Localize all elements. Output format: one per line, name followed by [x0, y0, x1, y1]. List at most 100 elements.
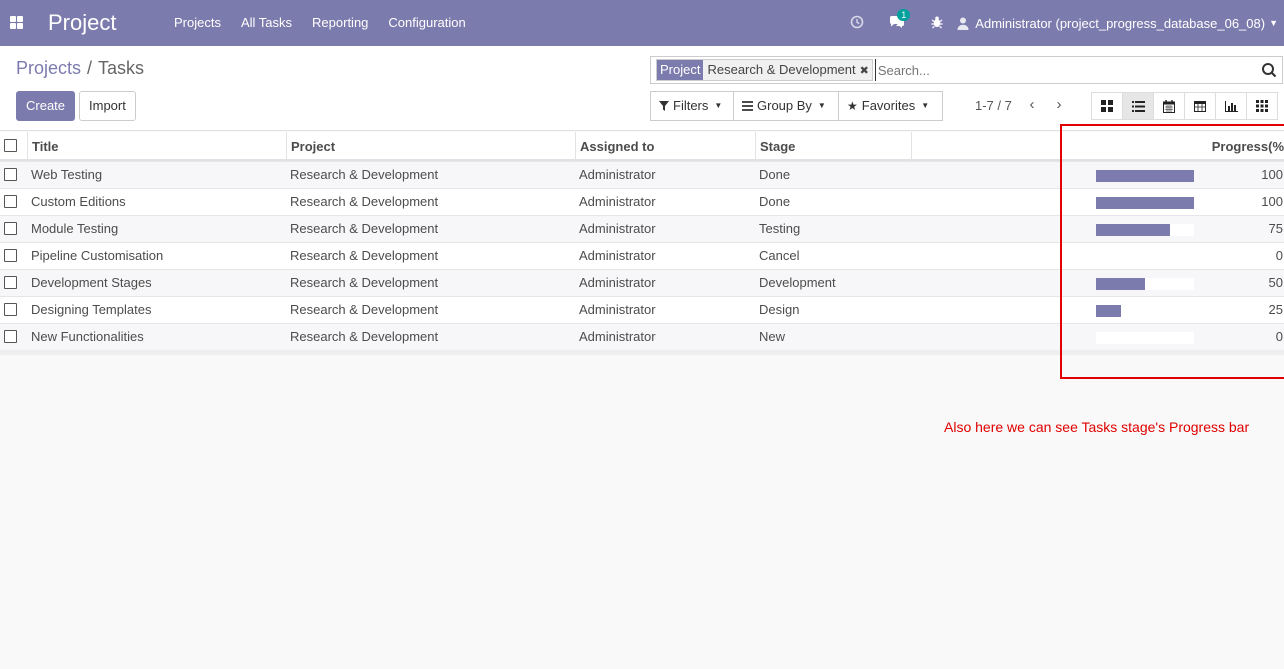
table-row[interactable]: New Functionalities Research & Developmen… [0, 323, 1284, 350]
chevron-down-icon: ▼ [714, 101, 723, 110]
menu-item-configuration[interactable]: Configuration [378, 0, 475, 46]
cell-project: Research & Development [290, 248, 439, 263]
bug-icon[interactable] [917, 15, 957, 32]
annotation-text: Also here we can see Tasks stage's Progr… [944, 419, 1250, 435]
breadcrumb: Projects / Tasks [16, 58, 144, 79]
column-header-progress[interactable]: Progress(% [911, 132, 1284, 161]
row-checkbox[interactable] [4, 168, 17, 181]
search-bar: Project Research & Development ✖ [650, 56, 1283, 84]
menu-item-all-tasks[interactable]: All Tasks [231, 0, 302, 46]
favorites-label: Favorites [861, 98, 916, 113]
table-row[interactable]: Custom Editions Research & Development Adm… [0, 188, 1284, 215]
table-row[interactable]: Web Testing Research & Development Adminis… [0, 161, 1284, 188]
cell-title: Web Testing [31, 167, 103, 182]
list-view-icon[interactable] [1122, 92, 1154, 120]
breadcrumb-projects[interactable]: Projects [16, 58, 81, 78]
cell-title: Designing Templates [31, 302, 152, 317]
task-list-table: Title Project Assigned to Stage Progress… [0, 132, 1284, 355]
cell-project: Research & Development [290, 167, 439, 182]
select-all-checkbox[interactable] [4, 139, 17, 152]
filters-dropdown[interactable]: Filters ▼ [650, 91, 734, 121]
search-facet: Project Research & Development ✖ [656, 59, 873, 81]
table-row[interactable]: Development Stages Research & Development… [0, 269, 1284, 296]
cell-project: Research & Development [290, 194, 439, 209]
menu-item-projects[interactable]: Projects [164, 0, 231, 46]
search-input[interactable] [874, 59, 1282, 81]
cell-project: Research & Development [290, 221, 439, 236]
cell-assigned-to: Administrator [579, 167, 656, 182]
filter-icon [659, 101, 669, 111]
cell-stage: Done [759, 167, 791, 182]
breadcrumb-separator: / [87, 58, 93, 78]
clock-icon[interactable] [837, 15, 877, 32]
progress-bar [1096, 278, 1194, 290]
progress-bar-fill [1096, 197, 1194, 209]
row-checkbox[interactable] [4, 330, 17, 343]
create-button[interactable]: Create [16, 91, 76, 121]
facet-category: Project [657, 60, 704, 80]
user-icon [957, 17, 969, 30]
user-menu[interactable]: Administrator (project_progress_database… [957, 16, 1284, 31]
pivot-view-icon[interactable] [1184, 92, 1216, 120]
chevron-down-icon: ▼ [817, 101, 826, 110]
pager-previous-icon[interactable]: ‹ [1022, 94, 1042, 116]
progress-bar [1096, 332, 1194, 344]
apps-menu-icon[interactable] [10, 16, 23, 29]
calendar-view-icon[interactable] [1153, 92, 1185, 120]
cell-progress-value: 100 [1261, 167, 1283, 182]
cell-stage: Done [759, 194, 791, 209]
column-header-assigned-to[interactable]: Assigned to [575, 132, 756, 161]
group-by-dropdown[interactable]: Group By ▼ [733, 91, 839, 121]
cell-assigned-to: Administrator [579, 248, 656, 263]
pager-next-icon[interactable]: › [1049, 94, 1069, 116]
control-panel: Projects / Tasks Create Import Project Res… [0, 46, 1284, 131]
progress-bar [1096, 251, 1194, 263]
breadcrumb-current: Tasks [98, 58, 145, 78]
progress-bar [1096, 305, 1194, 317]
cell-progress-value: 75 [1268, 221, 1283, 236]
column-header-title[interactable]: Title [27, 132, 287, 161]
row-checkbox[interactable] [4, 195, 17, 208]
pager-value[interactable]: 1-7 / 7 [975, 98, 1012, 113]
column-header-project[interactable]: Project [286, 132, 576, 161]
progress-bar [1096, 224, 1194, 236]
import-button[interactable]: Import [79, 91, 136, 121]
row-checkbox[interactable] [4, 249, 17, 262]
table-row[interactable]: Module Testing Research & Development Admi… [0, 215, 1284, 242]
row-checkbox[interactable] [4, 222, 17, 235]
row-checkbox[interactable] [4, 303, 17, 316]
group-by-icon [742, 101, 753, 111]
search-icon[interactable] [1261, 62, 1277, 78]
table-row[interactable]: Pipeline Customisation Research & Develop… [0, 242, 1284, 269]
cell-title: Module Testing [31, 221, 119, 236]
cell-assigned-to: Administrator [579, 275, 656, 290]
user-name: Administrator (project_progress_database… [975, 15, 1266, 31]
favorites-dropdown[interactable]: ★ Favorites ▼ [838, 91, 943, 121]
progress-bar-fill [1096, 305, 1121, 317]
cell-stage: Testing [759, 221, 801, 236]
cell-title: Development Stages [31, 275, 152, 290]
chevron-down-icon: ▼ [921, 101, 930, 110]
cell-stage: New [759, 329, 786, 344]
chevron-down-icon: ▼ [1269, 18, 1278, 28]
menu-item-reporting[interactable]: Reporting [302, 0, 378, 46]
progress-bar-fill [1096, 278, 1145, 290]
graph-view-icon[interactable] [1215, 92, 1247, 120]
row-checkbox[interactable] [4, 276, 17, 289]
systray: 1 Administrator (project_progress_databa… [837, 0, 1284, 46]
kanban-view-icon[interactable] [1091, 92, 1123, 120]
cell-title: Pipeline Customisation [31, 248, 164, 263]
column-header-stage[interactable]: Stage [755, 132, 912, 161]
close-icon[interactable]: ✖ [860, 64, 872, 77]
cell-stage: Development [759, 275, 836, 290]
cell-assigned-to: Administrator [579, 302, 656, 317]
chat-icon[interactable]: 1 [877, 8, 917, 32]
cell-title: Custom Editions [31, 194, 126, 209]
progress-bar [1096, 197, 1194, 209]
cell-assigned-to: Administrator [579, 221, 656, 236]
table-row[interactable]: Designing Templates Research & Developmen… [0, 296, 1284, 323]
activity-view-icon[interactable] [1246, 92, 1278, 120]
cell-progress-value: 50 [1268, 275, 1283, 290]
cell-project: Research & Development [290, 329, 439, 344]
facet-value: Research & Development [707, 62, 856, 77]
